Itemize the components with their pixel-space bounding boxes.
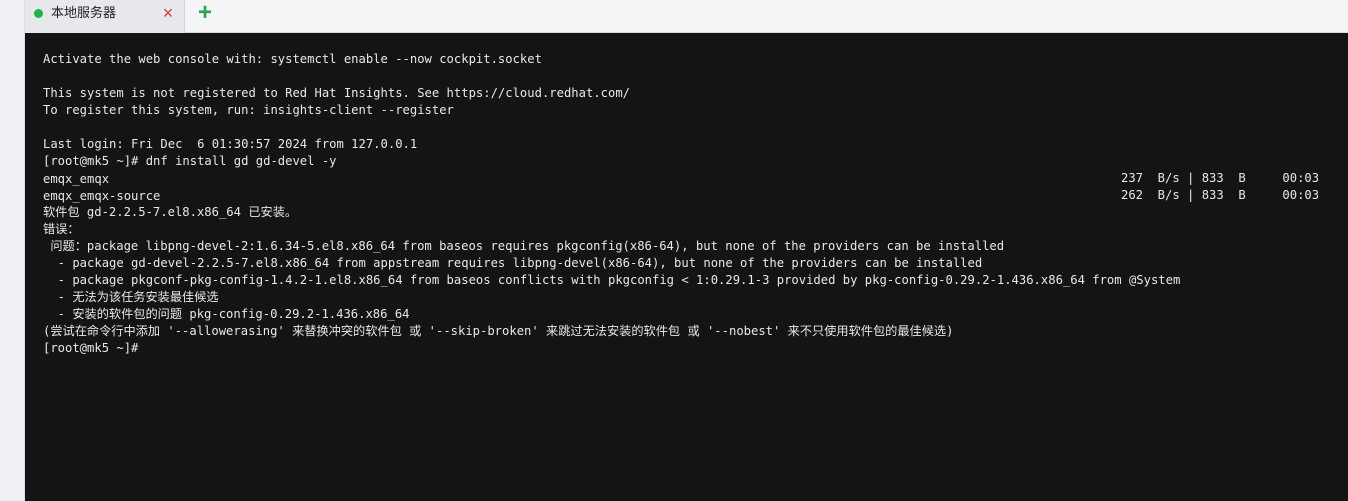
terminal-line: 问题：package libpng-devel-2:1.6.34-5.el8.x… [43,239,1005,253]
tab-title: 本地服务器 [51,6,117,21]
repo-line: emqx_emqx-source 262 B/s | 833 B 00:03 [43,187,1348,204]
tab-bar: 本地服务器 × + [25,0,1348,33]
terminal-line: - package pkgconf-pkg-config-1.4.2-1.el8… [43,273,1181,287]
terminal-line: (尝试在命令行中添加 '--allowerasing' 来替换冲突的软件包 或 … [43,324,954,338]
terminal-line: 错误： [43,222,80,236]
close-icon[interactable]: × [158,3,178,23]
terminal-line: - 无法为该任务安装最佳候选 [43,290,219,304]
terminal-line: To register this system, run: insights-c… [43,103,454,117]
terminal-line: 软件包 gd-2.2.5-7.el8.x86_64 已安装。 [43,205,298,219]
left-sidebar-strip [0,0,25,501]
connection-status-icon [34,9,43,18]
repo-name: emqx_emqx-source [43,189,161,203]
terminal-prompt[interactable]: [root@mk5 ~]# [43,340,1348,357]
tab-local-server[interactable]: 本地服务器 × [25,0,185,33]
terminal-line: - package gd-devel-2.2.5-7.el8.x86_64 fr… [43,256,983,270]
terminal-line: This system is not registered to Red Hat… [43,86,630,100]
repo-download-meta: 237 B/s | 833 B 00:03 [1121,171,1320,185]
terminal-line: - 安装的软件包的问题 pkg-config-0.29.2-1.436.x86_… [43,307,410,321]
terminal-output[interactable]: Activate the web console with: systemctl… [25,33,1348,501]
terminal-app: 本地服务器 × + Activate the web console with:… [0,0,1348,501]
repo-line: emqx_emqx 237 B/s | 833 B 00:03 [43,170,1348,187]
repo-name: emqx_emqx [43,172,110,186]
terminal-command-line: [root@mk5 ~]# dnf install gd gd-devel -y [43,154,337,168]
terminal-line: Activate the web console with: systemctl… [43,52,542,66]
repo-download-meta: 262 B/s | 833 B 00:03 [1121,188,1320,202]
terminal-line: Last login: Fri Dec 6 01:30:57 2024 from… [43,137,418,151]
add-tab-icon[interactable]: + [193,1,217,25]
